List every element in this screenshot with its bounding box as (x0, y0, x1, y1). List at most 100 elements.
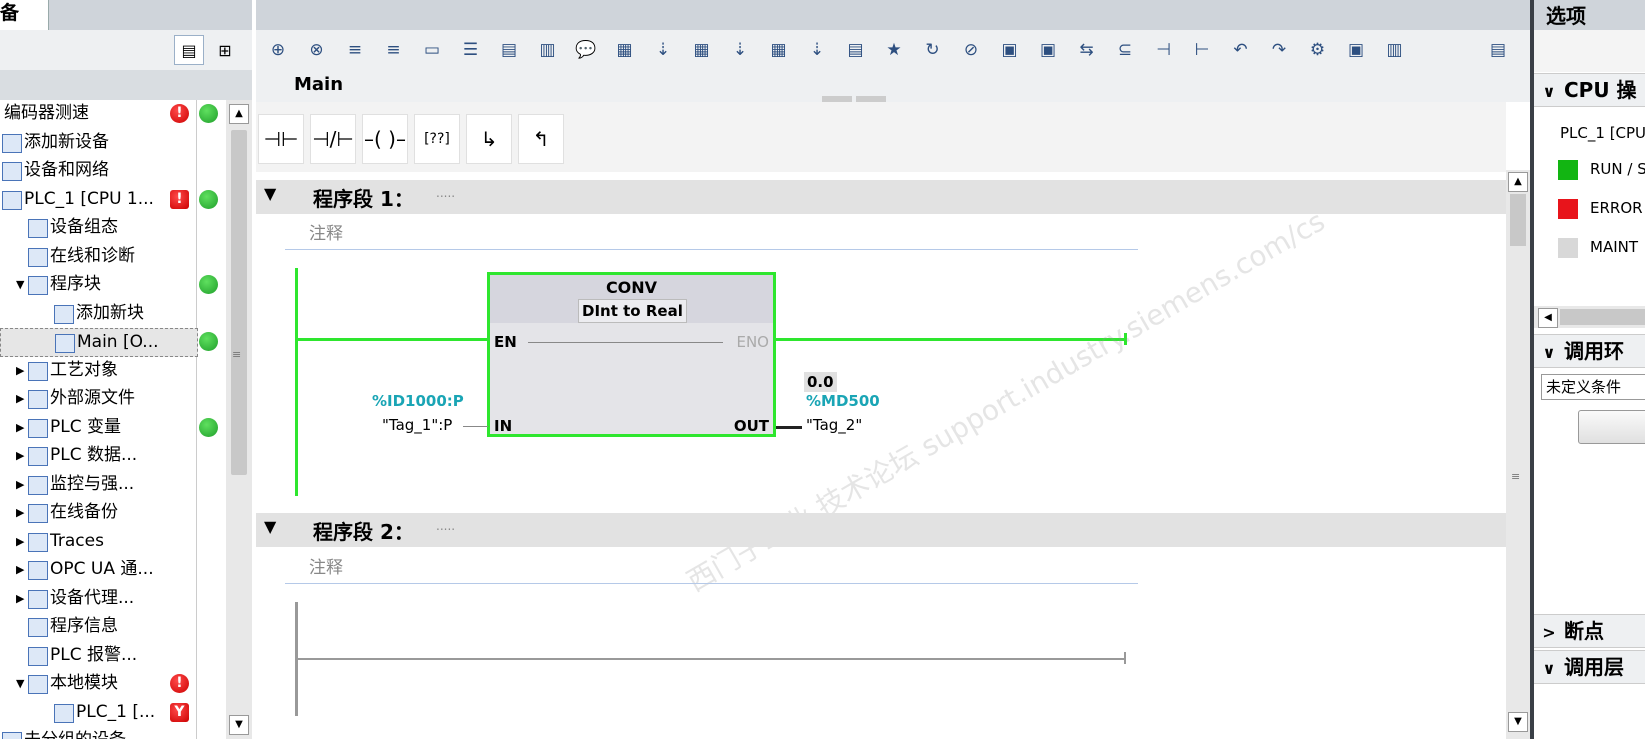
conv-block[interactable]: CONV DInt to Real EN ENO IN OUT (487, 272, 776, 437)
monitor-icon[interactable]: ▣ (1342, 36, 1370, 64)
tree-item[interactable]: ▶ 监控与强... (0, 471, 196, 498)
tree-item[interactable]: ▶ 在线备份 (0, 499, 196, 526)
chevron-down-icon[interactable]: ∨ (1534, 76, 1564, 106)
right-hscroll[interactable]: ◀ (1534, 306, 1645, 328)
collapse-icon[interactable]: ▼ (264, 517, 276, 536)
in-address[interactable]: %ID1000:P (372, 392, 464, 410)
edit-icon[interactable]: ▭ (418, 36, 446, 64)
collapse-icon[interactable]: ▦ (688, 36, 716, 64)
collapse-arrow-icon[interactable]: ▶ (16, 385, 24, 412)
out-tag[interactable]: "Tag_2" (806, 416, 862, 434)
coil-icon[interactable]: –( )– (362, 114, 408, 164)
to-type[interactable]: Real (646, 302, 683, 320)
tree-item[interactable]: Main [O... (0, 328, 198, 357)
clear-icon[interactable]: ⊘ (957, 36, 985, 64)
from-type[interactable]: DInt (582, 302, 618, 320)
expand-arrow-icon[interactable]: ▼ (16, 670, 24, 697)
tree-item[interactable]: ▶ 设备代理... (0, 585, 196, 612)
project-tree-tab[interactable]: 备 (0, 0, 49, 30)
down-2-icon[interactable]: ⇣ (726, 36, 754, 64)
tree-item[interactable]: ▶ PLC 数据... (0, 442, 196, 469)
move-icon[interactable]: ⇆ (1073, 36, 1101, 64)
tree-item[interactable]: PLC 报警... (0, 642, 196, 669)
tree-item[interactable]: 在线和诊断 (0, 243, 196, 270)
append-row-icon[interactable]: ≡ (380, 36, 408, 64)
scroll-left-icon[interactable]: ◀ (1538, 308, 1558, 328)
collapse-arrow-icon[interactable]: ▶ (16, 528, 24, 555)
condition-dropdown[interactable]: 未定义条件 (1541, 374, 1645, 400)
collapse-arrow-icon[interactable]: ▶ (16, 585, 24, 612)
breakpoints-header[interactable]: > 断点 (1534, 614, 1645, 648)
tree-item[interactable]: 添加新设备 (0, 129, 196, 156)
paste-icon[interactable]: ▣ (1034, 36, 1062, 64)
tree-item[interactable]: 编码器测速 (0, 100, 196, 127)
out-address[interactable]: %MD500 (806, 392, 880, 410)
tree-item[interactable]: 程序信息 (0, 613, 196, 640)
tree-item[interactable]: 未分组的设备 (0, 727, 196, 739)
nc-contact-icon[interactable]: ⊣/⊢ (310, 114, 356, 164)
tree-scrollbar[interactable]: ▲ ≡ ▼ (226, 100, 252, 739)
collapse-arrow-icon[interactable]: ▶ (16, 556, 24, 583)
scroll-down-icon[interactable]: ▼ (229, 715, 249, 735)
undo-icon[interactable]: ↶ (1227, 36, 1255, 64)
no-contact-icon[interactable]: ⊣⊢ (258, 114, 304, 164)
tree-item[interactable]: 设备组态 (0, 214, 196, 241)
collapse-arrow-icon[interactable]: ▶ (16, 499, 24, 526)
network-view-icon[interactable]: ▤ (495, 36, 523, 64)
insert-network-icon[interactable]: ⊕ (264, 36, 292, 64)
subset-icon[interactable]: ⊆ (1111, 36, 1139, 64)
tree-item[interactable]: ▶ OPC UA 通... (0, 556, 196, 583)
tree-item[interactable]: ▶ 外部源文件 (0, 385, 196, 412)
left-icon[interactable]: ⊣ (1150, 36, 1178, 64)
right-icon[interactable]: ⊢ (1188, 36, 1216, 64)
chevron-down-icon[interactable]: ∨ (1534, 337, 1564, 367)
redo-icon[interactable]: ↷ (1265, 36, 1293, 64)
chevron-right-icon[interactable]: > (1534, 617, 1564, 647)
tree-item[interactable]: PLC_1 [CPU 1... (0, 186, 196, 213)
align-left-icon[interactable]: ☰ (457, 36, 485, 64)
block-view-icon[interactable]: ▥ (534, 36, 562, 64)
favorites-icon[interactable]: ★ (880, 36, 908, 64)
tree-item[interactable]: ▶ 工艺对象 (0, 357, 196, 384)
network-2-comment[interactable]: 注释 (285, 552, 1138, 584)
comments-icon[interactable]: 💬 (572, 36, 600, 64)
tree-item[interactable]: ▶ PLC 变量 (0, 414, 196, 441)
tree-item[interactable]: PLC_1 [... (0, 699, 196, 726)
overview-icon[interactable]: ▤ (174, 35, 204, 65)
expand-all-icon[interactable]: ▦ (611, 36, 639, 64)
scroll-thumb[interactable] (1560, 309, 1645, 325)
layout-icon[interactable]: ▤ (1484, 36, 1512, 64)
define-button[interactable] (1578, 410, 1645, 444)
call-env-header[interactable]: ∨ 调用环 (1534, 334, 1645, 368)
network-2-header[interactable]: ▼ 程序段 2： ..... (256, 513, 1506, 547)
conv-type-selector[interactable]: DInt to Real (578, 299, 687, 323)
settings-icon[interactable]: ⚙ (1304, 36, 1332, 64)
collapse-arrow-icon[interactable]: ▶ (16, 414, 24, 441)
down-1-icon[interactable]: ⇣ (649, 36, 677, 64)
scroll-up-icon[interactable]: ▲ (1508, 172, 1528, 192)
collapse-arrow-icon[interactable]: ▶ (16, 357, 24, 384)
expand-arrow-icon[interactable]: ▼ (16, 271, 24, 298)
tree-item[interactable]: ▼ 程序块 (0, 271, 196, 298)
tree-item[interactable]: 设备和网络 (0, 157, 196, 184)
close-branch-icon[interactable]: ↰ (518, 114, 564, 164)
empty-box-icon[interactable]: [??] (414, 114, 460, 164)
tree-item[interactable]: ▼ 本地模块 (0, 670, 196, 697)
network-1-header[interactable]: ▼ 程序段 1： ..... (256, 180, 1506, 214)
scroll-down-icon[interactable]: ▼ (1508, 712, 1528, 732)
collapse-icon[interactable]: ▼ (264, 184, 276, 203)
scroll-thumb[interactable] (1510, 194, 1526, 246)
collapse-arrow-icon[interactable]: ▶ (16, 442, 24, 469)
tree-item[interactable]: ▶ Traces (0, 528, 196, 555)
refresh-icon[interactable]: ↻ (919, 36, 947, 64)
scroll-up-icon[interactable]: ▲ (229, 104, 249, 124)
network-1-comment[interactable]: 注释 (285, 218, 1138, 250)
database-icon[interactable]: ▥ (1381, 36, 1409, 64)
copy-icon[interactable]: ▣ (996, 36, 1024, 64)
operand-icon[interactable]: ▦ (765, 36, 793, 64)
call-hierarchy-header[interactable]: ∨ 调用层 (1534, 650, 1645, 684)
list-icon[interactable]: ▤ (842, 36, 870, 64)
delete-network-icon[interactable]: ⊗ (303, 36, 331, 64)
open-branch-icon[interactable]: ↳ (466, 114, 512, 164)
down-3-icon[interactable]: ⇣ (803, 36, 831, 64)
